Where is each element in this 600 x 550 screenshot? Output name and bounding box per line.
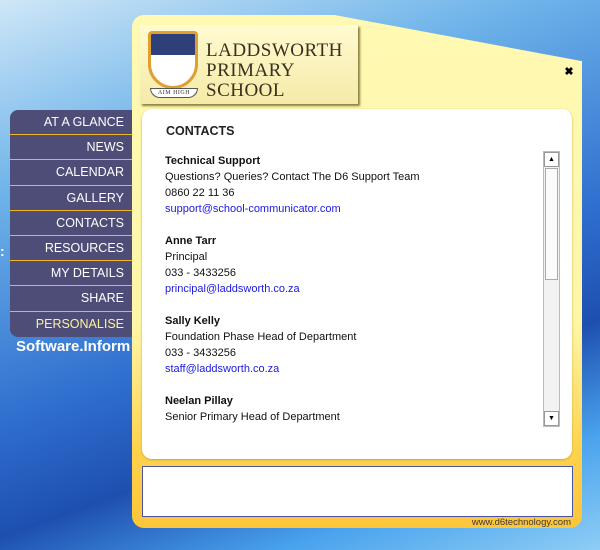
contact-email-link[interactable]: principal@laddsworth.co.za bbox=[165, 283, 300, 295]
contact-phone: 033 - 3433256 bbox=[165, 267, 236, 279]
menu-item-share[interactable]: SHARE bbox=[10, 286, 138, 312]
menu-item-personalise[interactable]: PERSONALISE bbox=[10, 312, 138, 337]
school-logo: AIM HIGH LADDSWORTH PRIMARY SCHOOL bbox=[140, 25, 358, 104]
contact-name: Neelan Pillay bbox=[165, 395, 233, 407]
school-name-line1: LADDSWORTH bbox=[206, 40, 343, 61]
contact-role: Questions? Queries? Contact The D6 Suppo… bbox=[165, 171, 420, 183]
crest-icon bbox=[148, 31, 198, 89]
list-item: Neelan Pillay Senior Primary Head of Dep… bbox=[165, 393, 535, 425]
contact-name: Sally Kelly bbox=[165, 315, 221, 327]
contact-role: Senior Primary Head of Department bbox=[165, 411, 340, 423]
list-item: Anne Tarr Principal 033 - 3433256 princi… bbox=[165, 233, 535, 297]
list-item: Technical Support Questions? Queries? Co… bbox=[165, 153, 535, 217]
menu-item-contacts[interactable]: CONTACTS bbox=[10, 211, 138, 236]
background-text: : bbox=[0, 243, 5, 259]
scroll-down-icon[interactable]: ▼ bbox=[544, 411, 559, 426]
menu-item-resources[interactable]: RESOURCES bbox=[10, 236, 138, 262]
contact-phone: 033 - 3433256 bbox=[165, 347, 236, 359]
contact-name: Anne Tarr bbox=[165, 235, 217, 247]
school-name-line2: PRIMARY SCHOOL bbox=[206, 60, 295, 101]
menu-item-news[interactable]: NEWS bbox=[10, 135, 138, 161]
watermark-text: Software.Inform bbox=[16, 338, 131, 355]
contact-email-link[interactable]: support@school-communicator.com bbox=[165, 203, 341, 215]
message-area[interactable] bbox=[142, 466, 573, 517]
scroll-up-icon[interactable]: ▲ bbox=[544, 152, 559, 167]
contact-role: Principal bbox=[165, 251, 208, 263]
close-icon[interactable]: ✖ bbox=[563, 66, 575, 78]
menu-item-gallery[interactable]: GALLERY bbox=[10, 186, 138, 211]
contact-email-link[interactable]: staff@laddsworth.co.za bbox=[165, 363, 279, 375]
list-item: Sally Kelly Foundation Phase Head of Dep… bbox=[165, 313, 535, 377]
scroll-thumb[interactable] bbox=[545, 168, 558, 280]
contacts-panel: CONTACTS Technical Support Questions? Qu… bbox=[142, 109, 572, 459]
contact-name: Technical Support bbox=[165, 155, 261, 167]
contact-phone: 0860 22 11 36 bbox=[165, 187, 235, 199]
scrollbar[interactable]: ▲ ▼ bbox=[543, 151, 560, 427]
menu-item-my-details[interactable]: MY DETAILS bbox=[10, 261, 138, 287]
page-title: CONTACTS bbox=[166, 124, 235, 138]
contacts-list: Technical Support Questions? Queries? Co… bbox=[165, 153, 535, 428]
crest-motto: AIM HIGH bbox=[150, 88, 198, 98]
menu-item-calendar[interactable]: CALENDAR bbox=[10, 160, 138, 186]
menu-item-at-a-glance[interactable]: AT A GLANCE bbox=[10, 110, 138, 136]
contact-role: Foundation Phase Head of Department bbox=[165, 331, 357, 343]
side-menu: AT A GLANCE NEWS CALENDAR GALLERY CONTAC… bbox=[10, 110, 138, 337]
footer-link[interactable]: www.d6technology.com bbox=[472, 517, 571, 528]
